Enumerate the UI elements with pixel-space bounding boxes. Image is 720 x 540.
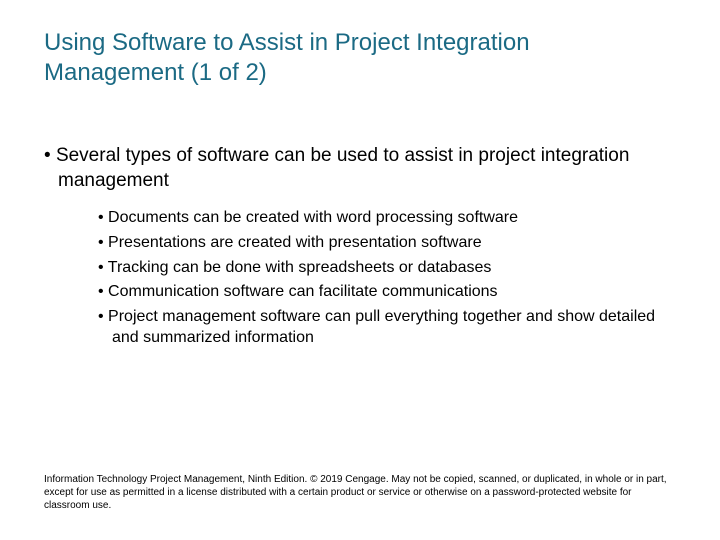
sub-bullet: Communication software can facilitate co…	[98, 281, 676, 303]
slide: Using Software to Assist in Project Inte…	[0, 0, 720, 540]
slide-title: Using Software to Assist in Project Inte…	[44, 28, 676, 88]
sub-bullet-list: Documents can be created with word proce…	[44, 207, 676, 349]
sub-bullet: Documents can be created with word proce…	[98, 207, 676, 229]
sub-bullet: Tracking can be done with spreadsheets o…	[98, 257, 676, 279]
main-bullet: Several types of software can be used to…	[44, 144, 676, 193]
sub-bullet: Project management software can pull eve…	[98, 306, 676, 349]
sub-bullet: Presentations are created with presentat…	[98, 232, 676, 254]
copyright-footer: Information Technology Project Managemen…	[44, 473, 676, 512]
